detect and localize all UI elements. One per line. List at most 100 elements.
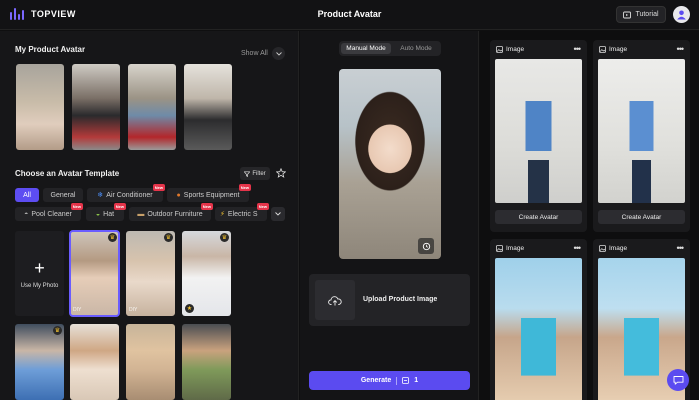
result-card-3: Image ••• xyxy=(490,239,587,400)
chevron-down-icon xyxy=(275,51,282,56)
more-options-icon[interactable]: ••• xyxy=(574,44,582,54)
template-card-3[interactable]: ♛ ★ xyxy=(182,231,231,316)
tutorial-label: Tutorial xyxy=(635,11,659,18)
result-card-header: Image xyxy=(599,245,627,252)
chip-electric[interactable]: ⚡ Electric S New xyxy=(215,203,269,221)
new-badge: New xyxy=(256,203,269,210)
manual-mode-tab[interactable]: Manual Mode xyxy=(341,43,391,54)
image-icon xyxy=(496,46,503,53)
star-icon xyxy=(275,167,287,178)
template-card-7[interactable] xyxy=(182,324,231,400)
chip-outdoor-furniture[interactable]: ▬ Outdoor Furniture New xyxy=(129,203,213,221)
image-icon xyxy=(599,245,606,252)
refresh-icon xyxy=(422,242,430,250)
create-avatar-button[interactable]: Create Avatar xyxy=(598,210,685,224)
tutorial-icon xyxy=(623,11,632,18)
user-avatar[interactable] xyxy=(673,6,690,23)
chip-label: Sports Equipment xyxy=(183,191,240,199)
hat-icon: ◒ xyxy=(95,210,101,218)
use-my-photo-card[interactable]: + Use My Photo xyxy=(15,231,64,316)
chip-sports-equipment[interactable]: ● Sports Equipment New xyxy=(167,184,251,202)
result-card-label: Image xyxy=(506,245,525,252)
cloud-upload-icon xyxy=(328,295,342,305)
logo-icon xyxy=(10,8,26,20)
credit-icon xyxy=(402,377,410,384)
result-card-label: Image xyxy=(609,245,628,252)
generate-button[interactable]: Generate 1 xyxy=(309,371,470,390)
upload-product-area[interactable]: Upload Product Image xyxy=(309,274,470,326)
generate-label: Generate xyxy=(360,377,392,384)
result-card-header: Image xyxy=(496,46,524,53)
template-card-2[interactable]: ♛ DIY xyxy=(126,231,175,316)
crown-icon: ♛ xyxy=(53,326,62,335)
image-icon xyxy=(496,245,503,252)
new-badge: New xyxy=(70,203,83,210)
auto-mode-tab[interactable]: Auto Mode xyxy=(393,43,439,54)
result-card-2: Image ••• Create Avatar xyxy=(593,40,690,232)
template-card-1[interactable]: ♛ DIY xyxy=(69,230,120,317)
new-badge: New xyxy=(238,184,251,191)
generate-cost: 1 xyxy=(414,377,419,384)
air-conditioner-icon: ❄ xyxy=(97,192,104,199)
chip-label: Hat xyxy=(103,210,115,218)
my-avatar-thumb-3[interactable] xyxy=(128,64,176,150)
separator xyxy=(396,376,398,385)
chip-label: Pool Cleaner xyxy=(31,210,72,218)
show-all-chevron[interactable] xyxy=(272,47,285,60)
new-badge: New xyxy=(113,203,126,210)
upload-product-label: Upload Product Image xyxy=(363,296,438,303)
chip-pool-cleaner[interactable]: ◓ Pool Cleaner New xyxy=(15,203,83,221)
brand-logo[interactable]: TOPVIEW xyxy=(10,8,76,20)
avatar-preview-image xyxy=(339,69,441,259)
chip-label: General xyxy=(50,191,76,199)
template-card-6[interactable] xyxy=(126,324,175,400)
more-options-icon[interactable]: ••• xyxy=(574,243,582,253)
show-all-link[interactable]: Show All xyxy=(241,50,268,57)
result-card-1: Image ••• Create Avatar xyxy=(490,40,587,232)
furniture-icon: ▬ xyxy=(137,210,145,218)
chip-label: Electric S xyxy=(227,210,258,218)
template-card-5[interactable] xyxy=(70,324,119,400)
more-options-icon[interactable]: ••• xyxy=(677,243,685,253)
brand-name: TOPVIEW xyxy=(31,9,76,19)
create-avatar-button[interactable]: Create Avatar xyxy=(495,210,582,224)
new-badge: New xyxy=(152,184,165,191)
chevron-down-icon xyxy=(275,212,281,216)
chip-label: Outdoor Furniture xyxy=(147,210,203,218)
template-title: Choose an Avatar Template xyxy=(15,169,120,178)
my-avatar-thumb-2[interactable] xyxy=(72,64,120,150)
support-chat-button[interactable] xyxy=(667,369,689,391)
page-title: Product Avatar xyxy=(317,9,382,19)
preview-action-button[interactable] xyxy=(418,238,434,254)
more-options-icon[interactable]: ••• xyxy=(677,44,685,54)
more-categories-button[interactable] xyxy=(271,207,285,221)
my-avatar-thumb-4[interactable] xyxy=(184,64,232,150)
chip-all[interactable]: All xyxy=(15,188,39,202)
upload-icon-box xyxy=(315,280,355,320)
template-card-4[interactable]: ♛ xyxy=(15,324,64,400)
chat-icon xyxy=(673,376,683,385)
top-bar: TOPVIEW Product Avatar Tutorial xyxy=(0,0,699,30)
chip-general[interactable]: General xyxy=(43,188,83,202)
diy-badge: DIY xyxy=(129,307,138,313)
result-image[interactable] xyxy=(495,59,582,203)
plus-icon: + xyxy=(34,257,45,278)
pool-cleaner-icon: ◓ xyxy=(24,210,29,218)
star-badge-icon: ★ xyxy=(185,304,194,313)
favorites-button[interactable] xyxy=(275,167,287,180)
image-icon xyxy=(599,46,606,53)
new-badge: New xyxy=(200,203,213,210)
my-avatar-thumb-1[interactable] xyxy=(16,64,64,150)
crown-icon: ♛ xyxy=(220,233,229,242)
result-card-header: Image xyxy=(599,46,627,53)
tutorial-button[interactable]: Tutorial xyxy=(616,6,666,23)
diy-badge: DIY xyxy=(73,307,82,313)
result-image[interactable] xyxy=(495,258,582,400)
my-avatar-title: My Product Avatar xyxy=(15,45,86,54)
chip-hat[interactable]: ◒ Hat New xyxy=(86,203,126,221)
filter-button[interactable]: Filter xyxy=(240,167,270,180)
chip-air-conditioner[interactable]: ❄ Air Conditioner New xyxy=(87,184,165,202)
user-icon xyxy=(677,10,686,20)
filter-icon xyxy=(244,170,251,177)
result-image[interactable] xyxy=(598,59,685,203)
